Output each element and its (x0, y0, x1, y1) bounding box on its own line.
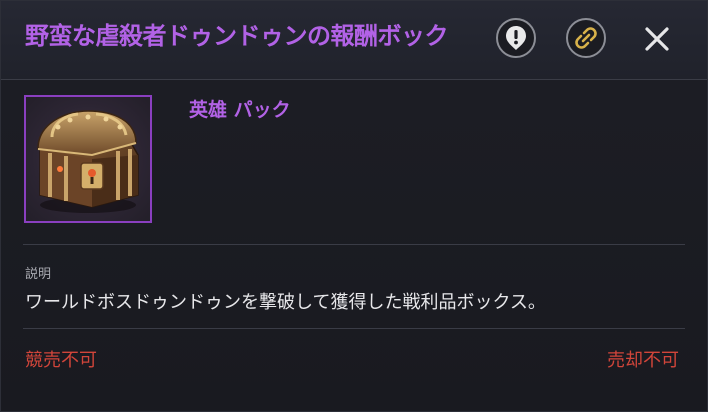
item-grade: 英雄 パック (189, 99, 291, 121)
sell-restriction: 売却不可 (607, 350, 679, 371)
item-icon-frame (24, 95, 152, 223)
description-label: 説明 (25, 267, 52, 282)
link-icon (575, 27, 597, 49)
link-button[interactable] (566, 18, 606, 58)
section-divider (23, 328, 685, 329)
tooltip-header: 野蛮な虐殺者ドゥンドゥンの報酬ボック (1, 1, 707, 80)
close-icon (645, 27, 669, 51)
warning-pin-button[interactable] (496, 18, 536, 58)
auction-restriction: 競売不可 (25, 350, 97, 371)
description-text: ワールドボスドゥンドゥンを撃破して獲得した戦利品ボックス。 (25, 292, 546, 313)
section-divider (23, 244, 685, 245)
warning-pin-icon (506, 26, 526, 50)
treasure-chest-icon (37, 110, 139, 213)
item-title: 野蛮な虐殺者ドゥンドゥンの報酬ボック (25, 22, 449, 50)
item-tooltip-panel: 野蛮な虐殺者ドゥンドゥンの報酬ボック 英雄 パック 説明 ワールドボスドゥンドゥ… (0, 0, 708, 412)
close-button[interactable] (637, 19, 677, 59)
